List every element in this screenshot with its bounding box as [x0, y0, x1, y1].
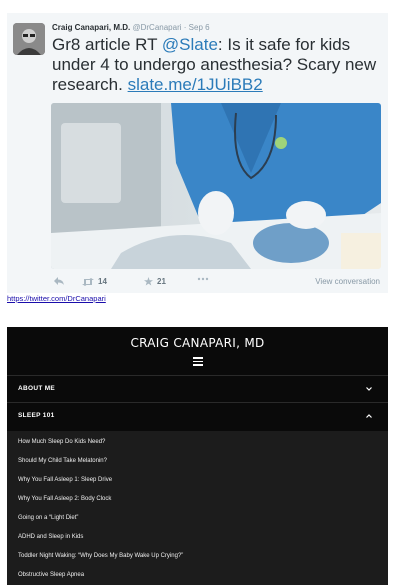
retweet-icon	[82, 277, 94, 286]
chevron-up-icon[interactable]	[366, 413, 372, 419]
submenu-item[interactable]: How Much Sleep Do Kids Need?	[18, 439, 105, 445]
menu-item-label: SLEEP 101	[18, 412, 55, 419]
favorite-button[interactable]: 21	[144, 277, 166, 286]
menu-item-sleep-101[interactable]: SLEEP 101	[18, 412, 378, 428]
tweet-date[interactable]: Sep 6	[189, 23, 210, 32]
tweet-text: Gr8 article RT @Slate: Is it safe for ki…	[52, 35, 386, 95]
submenu-item[interactable]: Why You Fall Asleep 2: Body Clock	[18, 496, 111, 502]
mention-link[interactable]: @Slate	[162, 35, 218, 54]
site-title[interactable]: CRAIG CANAPARI, MD	[7, 336, 388, 350]
submenu-item[interactable]: Should My Child Take Melatonin?	[18, 458, 107, 464]
submenu-item[interactable]: Going on a “Light Diet”	[18, 515, 78, 521]
site-nav-panel: CRAIG CANAPARI, MD ABOUT ME SLEEP 101 Ho…	[7, 327, 388, 585]
author-handle[interactable]: @DrCanapari	[132, 23, 181, 32]
tweet-text-prefix: Gr8 article RT	[52, 35, 162, 54]
tweet-card: Craig Canapari, M.D. @DrCanapari · Sep 6…	[7, 13, 388, 293]
menu-item-about-me[interactable]: ABOUT ME	[18, 385, 378, 401]
divider	[7, 375, 388, 376]
source-link[interactable]: https://twitter.com/DrCanapari	[7, 294, 106, 303]
submenu-item[interactable]: Why You Fall Asleep 1: Sleep Drive	[18, 477, 112, 483]
hamburger-menu-icon[interactable]	[193, 357, 203, 368]
divider	[7, 402, 388, 403]
submenu-item[interactable]: Toddler Night Waking: “Why Does My Baby …	[18, 553, 183, 559]
retweet-button[interactable]: 14	[82, 277, 107, 286]
tweet-actions: 14 21 View conversation	[52, 276, 382, 290]
star-icon	[144, 277, 153, 286]
favorite-count: 21	[157, 277, 166, 286]
more-icon[interactable]	[197, 277, 209, 281]
tweet-header: Craig Canapari, M.D. @DrCanapari · Sep 6	[52, 23, 210, 32]
submenu-item[interactable]: Obstructive Sleep Apnea	[18, 572, 84, 578]
separator: ·	[183, 23, 187, 32]
chevron-down-icon[interactable]	[366, 386, 372, 392]
submenu-sleep-101: How Much Sleep Do Kids Need? Should My C…	[7, 431, 388, 585]
menu-item-label: ABOUT ME	[18, 385, 56, 392]
author-name[interactable]: Craig Canapari, M.D.	[52, 23, 130, 32]
submenu-item[interactable]: ADHD and Sleep in Kids	[18, 534, 83, 540]
tweet-photo[interactable]	[51, 103, 381, 269]
avatar[interactable]	[13, 23, 45, 55]
retweet-count: 14	[98, 277, 107, 286]
reply-icon[interactable]	[54, 277, 64, 285]
article-link[interactable]: slate.me/1JUiBB2	[128, 75, 263, 94]
view-conversation-link[interactable]: View conversation	[315, 277, 380, 286]
